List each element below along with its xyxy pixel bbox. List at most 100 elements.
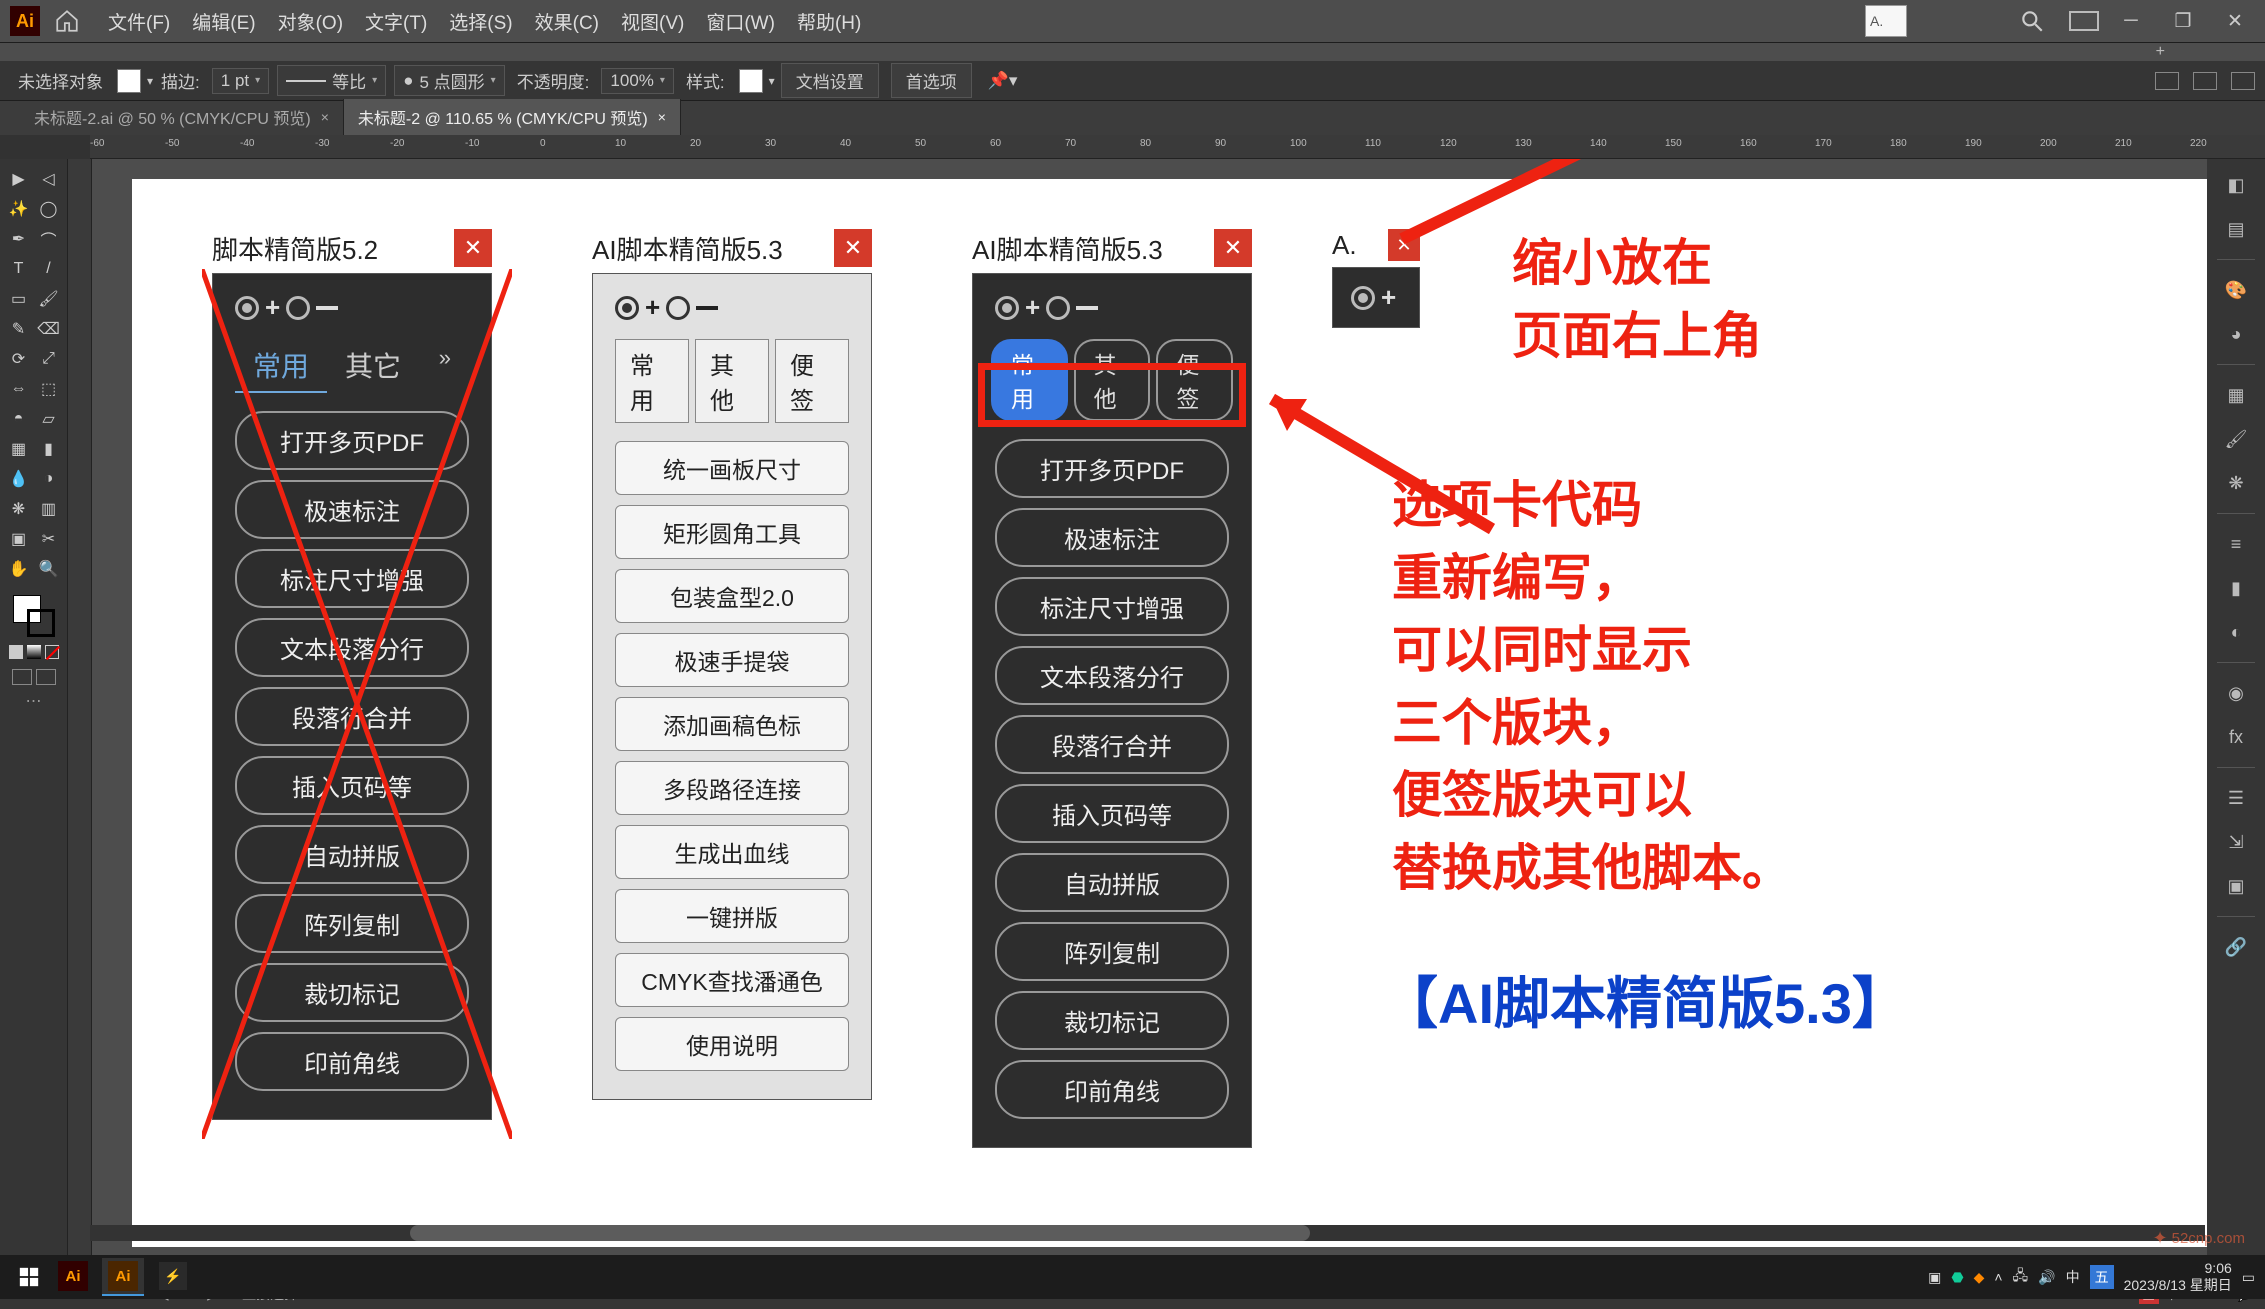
tray-network-icon[interactable]: 🖧 [2013,1265,2029,1289]
tray-ime-badge[interactable]: 五 [2090,1265,2114,1289]
stroke-panel-icon[interactable]: ≡ [2220,528,2252,560]
artboard-tool-icon[interactable]: ▣ [5,525,33,553]
menu-view[interactable]: 视图(V) [621,8,684,35]
home-icon[interactable] [54,8,80,34]
canvas[interactable]: 脚本精简版5.2 ✕ + 常用 其它 » 打开多页PDF极速标 [92,159,2207,1279]
start-button[interactable] [10,1258,48,1296]
panel-action-button[interactable]: 文本段落分行 [995,646,1229,705]
menu-help[interactable]: 帮助(H) [797,8,861,35]
rotate-tool-icon[interactable]: ⟳ [5,345,33,373]
blend-tool-icon[interactable]: ◑ [35,465,63,493]
style-swatch[interactable] [739,69,763,93]
eraser-tool-icon[interactable]: ⌫ [35,315,63,343]
more-icon[interactable]: » [421,339,469,393]
search-icon[interactable] [2019,8,2045,34]
fill-swatch[interactable] [117,69,141,93]
none-mode-icon[interactable] [45,645,59,659]
menu-window[interactable]: 窗口(W) [706,8,775,35]
screen-mode-icon[interactable] [12,669,32,685]
close-icon[interactable]: × [658,109,666,125]
chevron-down-icon[interactable]: ▾ [147,74,153,88]
tray-icon[interactable]: ◆ [1974,1269,1985,1286]
tab-common[interactable]: 常用 [615,339,689,423]
graphic-styles-panel-icon[interactable]: fx [2220,721,2252,753]
shape-builder-tool-icon[interactable]: ◓ [5,405,33,433]
panel-action-button[interactable]: 包装盒型2.0 [615,569,849,623]
panel-action-button[interactable]: 极速手提袋 [615,633,849,687]
lasso-tool-icon[interactable]: ◯ [35,195,63,223]
align-icon[interactable] [2155,72,2179,90]
radio-icon[interactable] [666,296,690,320]
scale-tool-icon[interactable]: ⤢ [35,345,63,373]
zoom-tool-icon[interactable]: 🔍 [35,555,63,583]
tab-notes[interactable]: 便签 [775,339,849,423]
panel-action-button[interactable]: 印前角线 [995,1060,1229,1119]
panel-action-button[interactable]: 插入页码等 [995,784,1229,843]
symbol-tool-icon[interactable]: ❋ [5,495,33,523]
gradient-panel-icon[interactable]: ▮ [2220,572,2252,604]
menu-edit[interactable]: 编辑(E) [192,8,255,35]
panel-action-button[interactable]: 阵列复制 [235,894,469,953]
graph-tool-icon[interactable]: ▥ [35,495,63,523]
tray-chevron-icon[interactable]: ˄ [1994,1269,2002,1285]
gradient-tool-icon[interactable]: ▮ [35,435,63,463]
close-button[interactable]: ✕ [1214,229,1252,267]
perspective-tool-icon[interactable]: ▱ [35,405,63,433]
preferences-button[interactable]: 首选项 [891,63,972,98]
menu-select[interactable]: 选择(S) [449,8,512,35]
color-guide-panel-icon[interactable]: ◕ [2220,318,2252,350]
radio-icon[interactable] [286,296,310,320]
width-tool-icon[interactable]: ⇔ [5,375,33,403]
horizontal-scrollbar[interactable] [90,1225,2205,1241]
gradient-mode-icon[interactable] [27,645,41,659]
edit-toolbar-icon[interactable]: ⋯ [26,691,42,711]
panel-action-button[interactable]: 使用说明 [615,1017,849,1071]
fill-stroke-control[interactable] [13,595,55,637]
tray-volume-icon[interactable]: 🔊 [2038,1269,2055,1286]
panel-action-button[interactable]: 段落行合并 [235,687,469,746]
stroke-color-icon[interactable] [27,609,55,637]
panel-action-button[interactable]: CMYK查找潘通色 [615,953,849,1007]
arrange-docs-icon[interactable] [2069,11,2099,31]
menu-file[interactable]: 文件(F) [108,8,170,35]
radio-icon[interactable] [1046,296,1070,320]
line-tool-icon[interactable]: / [35,255,63,283]
properties-panel-icon[interactable]: ◧ [2220,169,2252,201]
panel-action-button[interactable]: 生成出血线 [615,825,849,879]
radio-icon[interactable] [995,296,1019,320]
panel-action-button[interactable]: 打开多页PDF [235,411,469,470]
close-button[interactable]: ✕ [454,229,492,267]
panel-action-button[interactable]: 标注尺寸增强 [235,549,469,608]
mini-panel-field[interactable] [1865,5,1907,37]
libraries-panel-icon[interactable]: ▤ [2220,213,2252,245]
slice-tool-icon[interactable]: ✂ [35,525,63,553]
menu-type[interactable]: 文字(T) [365,8,427,35]
menu-object[interactable]: 对象(O) [278,8,343,35]
panel-action-button[interactable]: 多段路径连接 [615,761,849,815]
asset-export-panel-icon[interactable]: ⇲ [2220,826,2252,858]
pin-icon[interactable]: 📌▾ [988,71,1018,91]
document-setup-button[interactable]: 文档设置 [781,63,879,98]
brush-dropdown[interactable]: ●5 点圆形 [394,65,505,96]
radio-icon[interactable] [615,296,639,320]
taskbar-app-illustrator[interactable]: Ai [52,1258,94,1296]
layers-panel-icon[interactable]: ☰ [2220,782,2252,814]
chevron-down-icon[interactable]: ▾ [769,74,775,88]
panel-action-button[interactable]: 文本段落分行 [235,618,469,677]
rectangle-tool-icon[interactable]: ▭ [5,285,33,313]
panel-action-button[interactable]: 印前角线 [235,1032,469,1091]
panel-action-button[interactable]: 段落行合并 [995,715,1229,774]
panel-action-button[interactable]: 自动拼版 [235,825,469,884]
shaper-tool-icon[interactable]: ✎ [5,315,33,343]
tray-icon[interactable]: ⬣ [1951,1269,1963,1286]
stroke-profile-dropdown[interactable]: 等比 [277,65,386,96]
free-transform-tool-icon[interactable]: ⬚ [35,375,63,403]
color-mode-icon[interactable] [9,645,23,659]
panel-action-button[interactable]: 标注尺寸增强 [995,577,1229,636]
close-icon[interactable]: × [321,109,329,125]
links-panel-icon[interactable]: 🔗 [2220,931,2252,963]
brushes-panel-icon[interactable]: 🖌 [2220,423,2252,455]
curvature-tool-icon[interactable]: ⌒ [35,225,63,253]
swatches-panel-icon[interactable]: ▦ [2220,379,2252,411]
transparency-panel-icon[interactable]: ◐ [2220,616,2252,648]
